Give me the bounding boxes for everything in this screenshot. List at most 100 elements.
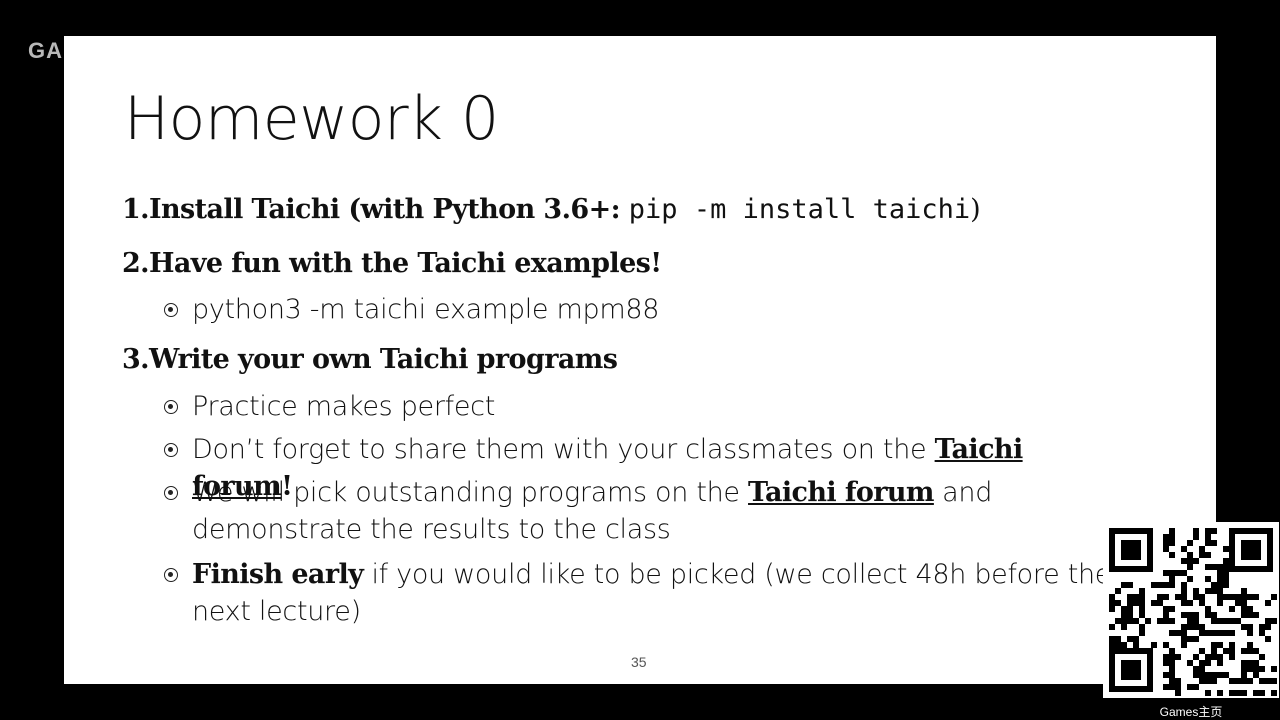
qr-module: [1241, 678, 1247, 684]
qr-module: [1175, 678, 1181, 684]
qr-module: [1157, 600, 1163, 606]
qr-module: [1133, 600, 1139, 606]
qr-module: [1175, 570, 1181, 576]
qr-module: [1169, 648, 1175, 654]
item1-prefix: 1.Install Taichi (with Python 3.6+:: [122, 194, 629, 225]
qr-module: [1253, 648, 1259, 654]
qr-module: [1259, 678, 1265, 684]
qr-module: [1181, 636, 1187, 642]
qr-module: [1223, 618, 1229, 624]
qr-module: [1169, 576, 1175, 582]
qr-module: [1241, 624, 1247, 630]
qr-module: [1181, 630, 1187, 636]
qr-module: [1241, 648, 1247, 654]
qr-module: [1217, 564, 1223, 570]
qr-module: [1193, 654, 1199, 660]
bullet-dot-icon: [164, 443, 178, 457]
qr-module: [1163, 654, 1169, 660]
qr-module: [1235, 600, 1241, 606]
qr-module: [1241, 666, 1247, 672]
qr-module: [1223, 594, 1229, 600]
qr-module: [1217, 588, 1223, 594]
bullet-dot-icon: [164, 486, 178, 500]
qr-module: [1229, 630, 1235, 636]
qr-module: [1247, 606, 1253, 612]
qr-module: [1211, 612, 1217, 618]
qr-module: [1181, 624, 1187, 630]
qr-module: [1121, 618, 1127, 624]
taichi-forum-link[interactable]: Taichi forum: [748, 477, 934, 508]
qr-module: [1235, 618, 1241, 624]
qr-module: [1139, 630, 1145, 636]
qr-module: [1187, 618, 1193, 624]
qr-module: [1229, 594, 1235, 600]
qr-module: [1115, 588, 1121, 594]
qr-module: [1205, 678, 1211, 684]
qr-module: [1223, 672, 1229, 678]
qr-code-icon: [1103, 522, 1279, 698]
qr-module: [1121, 606, 1127, 612]
bullet-text: Practice makes perfect: [192, 391, 496, 422]
qr-module: [1109, 642, 1115, 648]
qr-module: [1259, 666, 1265, 672]
qr-module: [1199, 630, 1205, 636]
qr-module: [1247, 678, 1253, 684]
qr-module: [1205, 552, 1211, 558]
qr-module: [1229, 648, 1235, 654]
qr-module: [1229, 618, 1235, 624]
qr-module: [1217, 600, 1223, 606]
qr-module: [1205, 528, 1211, 534]
qr-module: [1109, 636, 1115, 642]
qr-module: [1199, 552, 1205, 558]
qr-module: [1187, 540, 1193, 546]
item1-suffix: ): [970, 194, 981, 225]
qr-module: [1247, 648, 1253, 654]
qr-module: [1193, 672, 1199, 678]
qr-module: [1157, 582, 1163, 588]
qr-module: [1199, 672, 1205, 678]
qr-module: [1247, 660, 1253, 666]
qr-module: [1187, 564, 1193, 570]
qr-module: [1211, 540, 1217, 546]
share-text: Don’t forget to share them with your cla…: [192, 434, 935, 465]
qr-module: [1163, 642, 1169, 648]
qr-module: [1163, 546, 1169, 552]
bullet-text: We will pick outstanding programs on the…: [192, 474, 1112, 548]
qr-module: [1205, 576, 1211, 582]
qr-module: [1193, 666, 1199, 672]
qr-module: [1223, 576, 1229, 582]
qr-module: [1187, 660, 1193, 666]
qr-module: [1169, 552, 1175, 558]
qr-module: [1211, 564, 1217, 570]
qr-module: [1169, 534, 1175, 540]
qr-module: [1223, 582, 1229, 588]
qr-module: [1217, 654, 1223, 660]
qr-module: [1109, 624, 1115, 630]
bullet-text: Finish early if you would like to be pic…: [192, 556, 1112, 630]
qr-module: [1211, 648, 1217, 654]
item-install-taichi: 1.Install Taichi (with Python 3.6+: pip …: [122, 194, 981, 225]
bullet-dot-icon: [164, 303, 178, 317]
pip-install-command: pip -m install taichi: [628, 194, 971, 225]
qr-module: [1115, 642, 1121, 648]
qr-module: [1217, 630, 1223, 636]
qr-module: [1163, 540, 1169, 546]
qr-module: [1223, 558, 1229, 564]
qr-module: [1109, 606, 1115, 612]
qr-module: [1175, 654, 1181, 660]
qr-module: [1175, 684, 1181, 690]
qr-module: [1181, 600, 1187, 606]
qr-module: [1163, 582, 1169, 588]
qr-module: [1265, 636, 1271, 642]
qr-module: [1193, 558, 1199, 564]
qr-module: [1223, 648, 1229, 654]
qr-module: [1115, 636, 1121, 642]
qr-module: [1151, 600, 1157, 606]
qr-module: [1241, 612, 1247, 618]
qr-module: [1271, 690, 1277, 696]
qr-module: [1205, 612, 1211, 618]
pick-text: We will pick outstanding programs on the: [192, 477, 749, 508]
qr-module: [1205, 540, 1211, 546]
qr-module: [1205, 564, 1211, 570]
qr-module: [1235, 678, 1241, 684]
